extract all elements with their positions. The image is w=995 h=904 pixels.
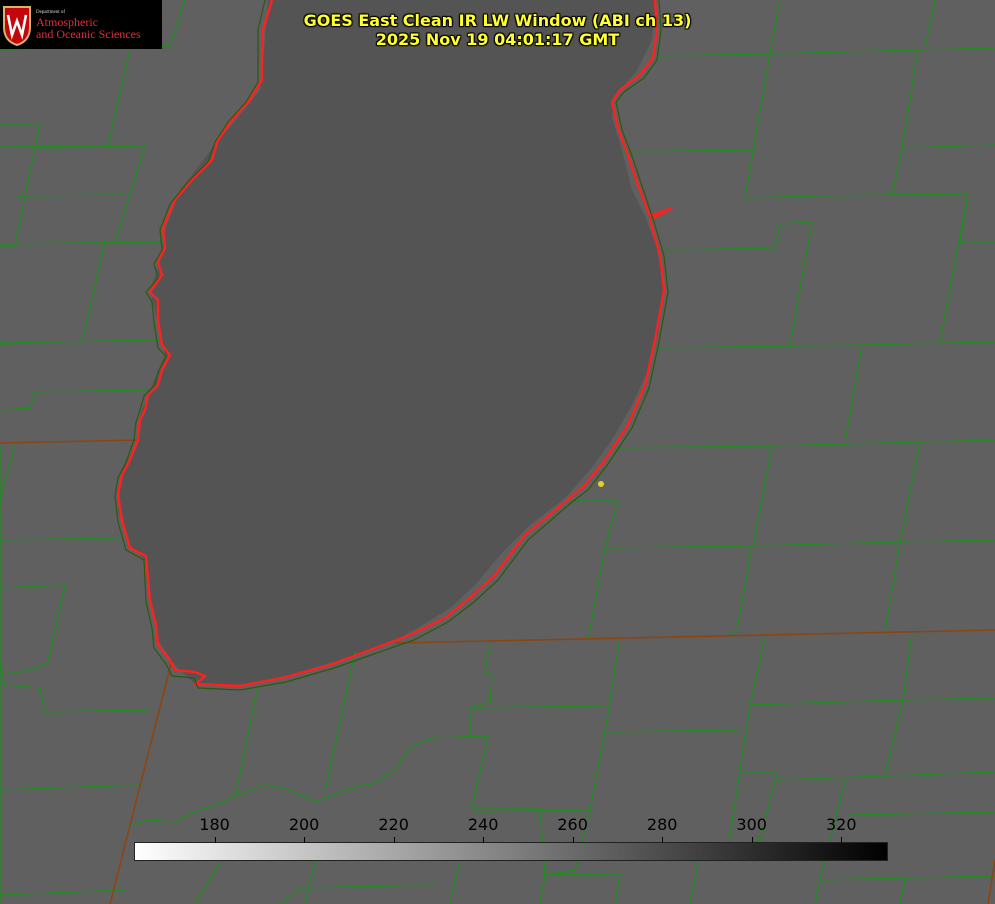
colorbar-tick-label: 180 [199, 815, 230, 834]
colorbar-tick-label: 320 [825, 815, 857, 834]
colorbar-tick [751, 837, 753, 843]
colorbar-tick-label: 260 [557, 815, 588, 834]
temperature-colorbar [134, 842, 888, 861]
colorbar-tick [662, 837, 664, 843]
colorbar-tick [841, 837, 843, 843]
lake-interior [118, 0, 664, 685]
colorbar-tick [304, 837, 306, 843]
colorbar-tick [483, 837, 485, 843]
colorbar-tick [572, 837, 574, 843]
colorbar-tick-label: 220 [378, 815, 409, 834]
image-timestamp: 2025 Nov 19 04:01:17 GMT [375, 30, 620, 49]
satellite-map-view: Department of Atmospheric and Oceanic Sc… [0, 0, 995, 904]
map-canvas [0, 0, 995, 904]
colorbar-tick-label: 240 [467, 815, 499, 834]
colorbar-tick [214, 837, 216, 843]
colorbar-tick-label: 200 [288, 815, 320, 834]
colorbar-tick-label: 300 [736, 815, 767, 834]
image-title: GOES East Clean IR LW Window (ABI ch 13) [303, 11, 692, 30]
location-marker [598, 481, 604, 487]
colorbar-tick-label: 280 [646, 815, 678, 834]
colorbar-tick [393, 837, 395, 843]
